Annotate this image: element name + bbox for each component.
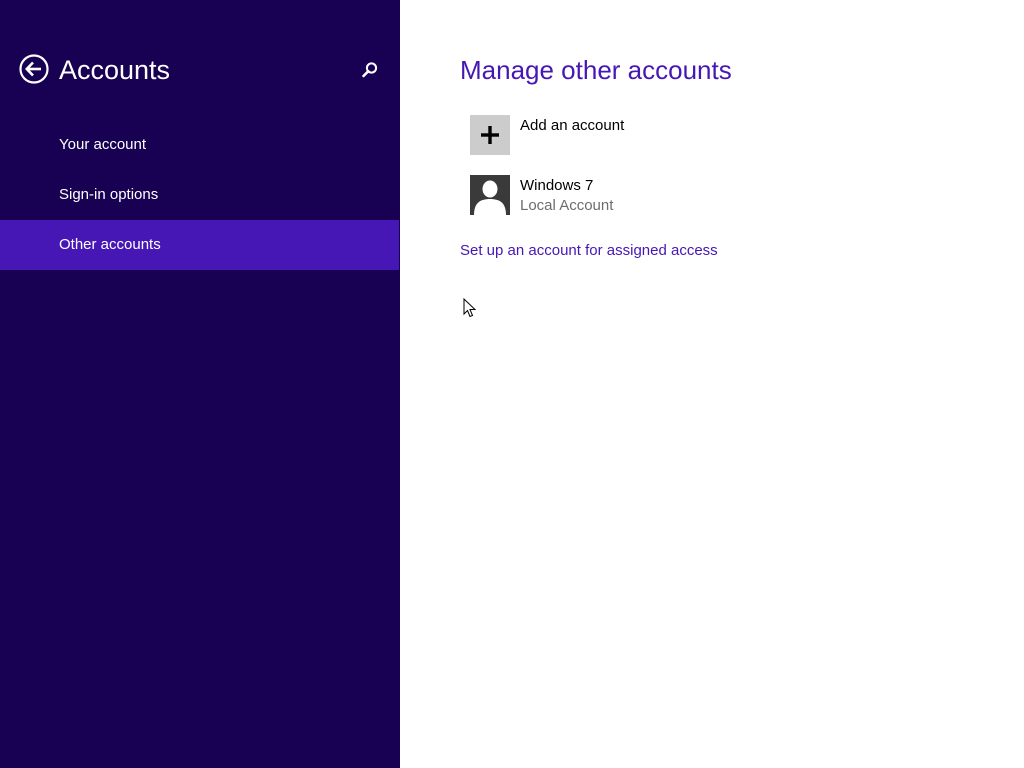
- back-arrow-circle-icon: [19, 54, 49, 84]
- page-title: Manage other accounts: [460, 55, 732, 85]
- assigned-access-link[interactable]: Set up an account for assigned access: [460, 241, 718, 261]
- add-account-button[interactable]: Add an account: [470, 115, 870, 155]
- nav-list: Your account Sign-in options Other accou…: [0, 120, 400, 270]
- content-area: Manage other accounts Add an account Win…: [400, 0, 1024, 768]
- account-text: Windows 7 Local Account: [520, 176, 613, 216]
- pane-title: Accounts: [59, 55, 171, 85]
- nav-item-sign-in-options[interactable]: Sign-in options: [0, 170, 400, 220]
- nav-item-your-account[interactable]: Your account: [0, 120, 400, 170]
- account-name: Windows 7: [520, 177, 594, 194]
- search-icon: [362, 62, 378, 78]
- mouse-pointer-icon: [463, 298, 477, 318]
- user-avatar-icon: [470, 175, 510, 215]
- pc-settings-window: Accounts Your account Sign-in options Ot…: [0, 0, 1024, 768]
- search-button[interactable]: [361, 61, 379, 79]
- add-account-label: Add an account: [520, 117, 625, 134]
- add-account-tile: [470, 115, 510, 155]
- account-avatar: [470, 175, 510, 215]
- back-button[interactable]: [19, 54, 49, 84]
- account-windows-7[interactable]: Windows 7 Local Account: [470, 175, 870, 215]
- nav-item-other-accounts[interactable]: Other accounts: [0, 220, 399, 270]
- plus-icon: [481, 126, 499, 144]
- nav-pane: Accounts Your account Sign-in options Ot…: [0, 0, 400, 768]
- add-account-text: Add an account: [520, 116, 624, 136]
- account-type: Local Account: [520, 197, 614, 214]
